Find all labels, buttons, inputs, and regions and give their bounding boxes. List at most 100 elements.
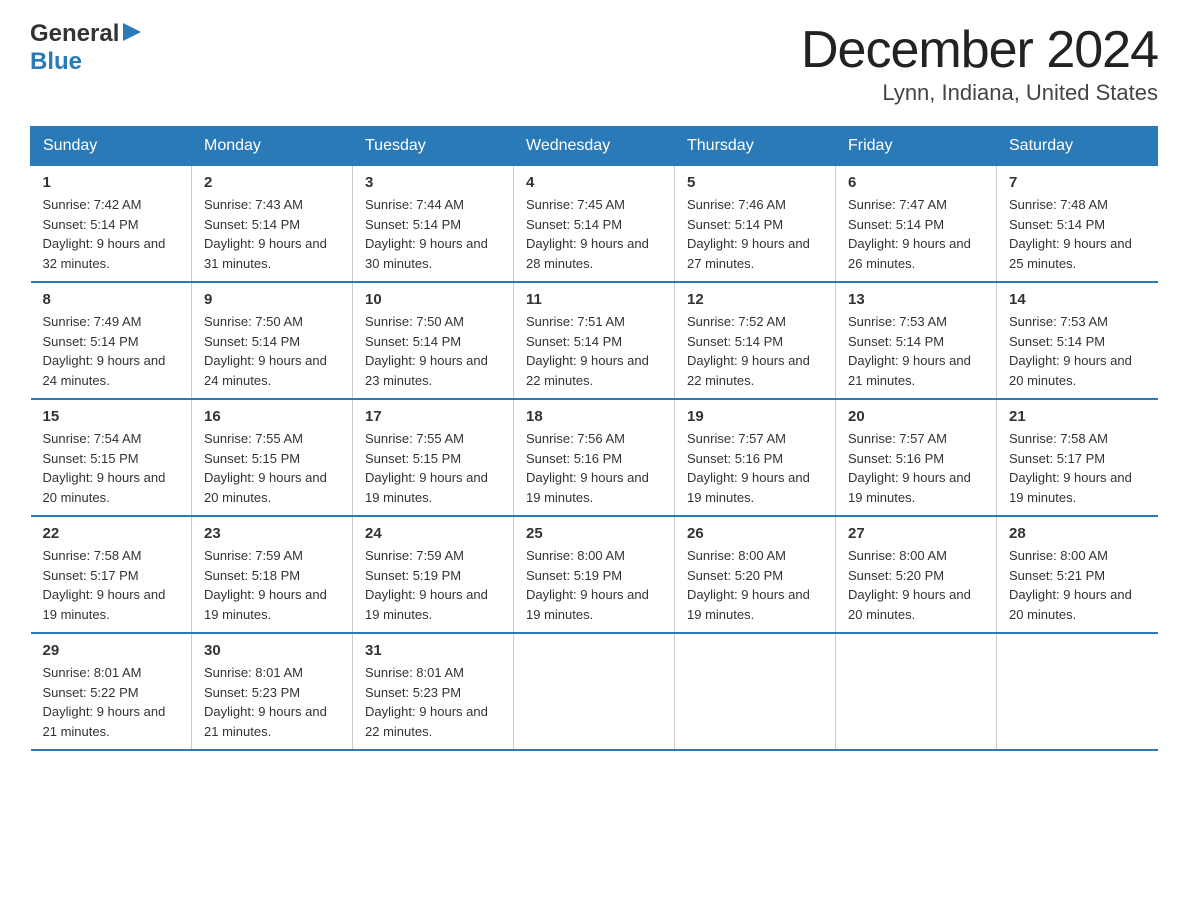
daylight-label: Daylight: 9 hours and 19 minutes. [687,587,810,622]
table-row: 17 Sunrise: 7:55 AM Sunset: 5:15 PM Dayl… [353,399,514,516]
sunrise-label: Sunrise: 7:55 AM [204,431,303,446]
sunrise-label: Sunrise: 7:50 AM [204,314,303,329]
sunset-label: Sunset: 5:22 PM [43,685,139,700]
table-row: 12 Sunrise: 7:52 AM Sunset: 5:14 PM Dayl… [675,282,836,399]
daylight-label: Daylight: 9 hours and 23 minutes. [365,353,488,388]
header-tuesday: Tuesday [353,127,514,166]
sunset-label: Sunset: 5:14 PM [365,334,461,349]
sunset-label: Sunset: 5:14 PM [204,217,300,232]
daylight-label: Daylight: 9 hours and 22 minutes. [687,353,810,388]
sunset-label: Sunset: 5:14 PM [848,217,944,232]
day-info: Sunrise: 8:00 AM Sunset: 5:19 PM Dayligh… [526,546,662,624]
header-wednesday: Wednesday [514,127,675,166]
sunrise-label: Sunrise: 7:51 AM [526,314,625,329]
day-info: Sunrise: 7:54 AM Sunset: 5:15 PM Dayligh… [43,429,180,507]
table-row: 30 Sunrise: 8:01 AM Sunset: 5:23 PM Dayl… [192,633,353,750]
day-number: 13 [848,291,984,308]
sunrise-label: Sunrise: 7:54 AM [43,431,142,446]
logo-blue-text: Blue [30,48,82,76]
sunset-label: Sunset: 5:16 PM [848,451,944,466]
daylight-label: Daylight: 9 hours and 19 minutes. [365,470,488,505]
daylight-label: Daylight: 9 hours and 22 minutes. [365,704,488,739]
sunset-label: Sunset: 5:15 PM [204,451,300,466]
day-info: Sunrise: 7:55 AM Sunset: 5:15 PM Dayligh… [365,429,501,507]
sunset-label: Sunset: 5:23 PM [365,685,461,700]
sunset-label: Sunset: 5:14 PM [1009,217,1105,232]
day-info: Sunrise: 7:42 AM Sunset: 5:14 PM Dayligh… [43,195,180,273]
table-row: 23 Sunrise: 7:59 AM Sunset: 5:18 PM Dayl… [192,516,353,633]
daylight-label: Daylight: 9 hours and 32 minutes. [43,236,166,271]
daylight-label: Daylight: 9 hours and 20 minutes. [43,470,166,505]
daylight-label: Daylight: 9 hours and 19 minutes. [204,587,327,622]
day-number: 20 [848,408,984,425]
header-thursday: Thursday [675,127,836,166]
sunrise-label: Sunrise: 7:50 AM [365,314,464,329]
day-number: 26 [687,525,823,542]
sunrise-label: Sunrise: 7:43 AM [204,197,303,212]
sunset-label: Sunset: 5:14 PM [204,334,300,349]
daylight-label: Daylight: 9 hours and 21 minutes. [43,704,166,739]
day-info: Sunrise: 7:56 AM Sunset: 5:16 PM Dayligh… [526,429,662,507]
page-header: General Blue December 2024 Lynn, Indiana… [30,20,1158,106]
sunrise-label: Sunrise: 7:42 AM [43,197,142,212]
calendar-week-row: 8 Sunrise: 7:49 AM Sunset: 5:14 PM Dayli… [31,282,1158,399]
day-info: Sunrise: 8:00 AM Sunset: 5:20 PM Dayligh… [687,546,823,624]
sunrise-label: Sunrise: 8:01 AM [43,665,142,680]
day-number: 19 [687,408,823,425]
logo-general-text: General [30,20,119,48]
sunset-label: Sunset: 5:14 PM [848,334,944,349]
sunrise-label: Sunrise: 7:52 AM [687,314,786,329]
sunset-label: Sunset: 5:21 PM [1009,568,1105,583]
sunrise-label: Sunrise: 7:58 AM [1009,431,1108,446]
day-info: Sunrise: 7:53 AM Sunset: 5:14 PM Dayligh… [848,312,984,390]
day-number: 4 [526,174,662,191]
table-row: 13 Sunrise: 7:53 AM Sunset: 5:14 PM Dayl… [836,282,997,399]
day-number: 9 [204,291,340,308]
day-info: Sunrise: 7:58 AM Sunset: 5:17 PM Dayligh… [43,546,180,624]
table-row: 29 Sunrise: 8:01 AM Sunset: 5:22 PM Dayl… [31,633,192,750]
table-row: 27 Sunrise: 8:00 AM Sunset: 5:20 PM Dayl… [836,516,997,633]
sunrise-label: Sunrise: 8:00 AM [1009,548,1108,563]
table-row [514,633,675,750]
sunrise-label: Sunrise: 7:53 AM [1009,314,1108,329]
day-info: Sunrise: 8:01 AM Sunset: 5:22 PM Dayligh… [43,663,180,741]
daylight-label: Daylight: 9 hours and 28 minutes. [526,236,649,271]
daylight-label: Daylight: 9 hours and 20 minutes. [848,587,971,622]
daylight-label: Daylight: 9 hours and 19 minutes. [365,587,488,622]
sunrise-label: Sunrise: 7:57 AM [687,431,786,446]
sunrise-label: Sunrise: 7:49 AM [43,314,142,329]
sunset-label: Sunset: 5:16 PM [687,451,783,466]
sunrise-label: Sunrise: 7:59 AM [204,548,303,563]
sunrise-label: Sunrise: 8:00 AM [848,548,947,563]
table-row: 26 Sunrise: 8:00 AM Sunset: 5:20 PM Dayl… [675,516,836,633]
daylight-label: Daylight: 9 hours and 20 minutes. [204,470,327,505]
table-row [997,633,1158,750]
sunset-label: Sunset: 5:18 PM [204,568,300,583]
header-friday: Friday [836,127,997,166]
daylight-label: Daylight: 9 hours and 19 minutes. [43,587,166,622]
day-info: Sunrise: 7:55 AM Sunset: 5:15 PM Dayligh… [204,429,340,507]
table-row: 24 Sunrise: 7:59 AM Sunset: 5:19 PM Dayl… [353,516,514,633]
sunrise-label: Sunrise: 8:00 AM [687,548,786,563]
table-row: 15 Sunrise: 7:54 AM Sunset: 5:15 PM Dayl… [31,399,192,516]
day-number: 6 [848,174,984,191]
sunrise-label: Sunrise: 8:01 AM [365,665,464,680]
calendar-week-row: 15 Sunrise: 7:54 AM Sunset: 5:15 PM Dayl… [31,399,1158,516]
daylight-label: Daylight: 9 hours and 25 minutes. [1009,236,1132,271]
table-row: 14 Sunrise: 7:53 AM Sunset: 5:14 PM Dayl… [997,282,1158,399]
daylight-label: Daylight: 9 hours and 31 minutes. [204,236,327,271]
sunrise-label: Sunrise: 7:45 AM [526,197,625,212]
sunrise-label: Sunrise: 7:55 AM [365,431,464,446]
header-monday: Monday [192,127,353,166]
calendar-subtitle: Lynn, Indiana, United States [801,80,1158,106]
table-row: 6 Sunrise: 7:47 AM Sunset: 5:14 PM Dayli… [836,166,997,283]
sunset-label: Sunset: 5:19 PM [365,568,461,583]
sunset-label: Sunset: 5:15 PM [365,451,461,466]
calendar-table: Sunday Monday Tuesday Wednesday Thursday… [30,126,1158,751]
day-info: Sunrise: 8:00 AM Sunset: 5:20 PM Dayligh… [848,546,984,624]
day-number: 5 [687,174,823,191]
table-row: 4 Sunrise: 7:45 AM Sunset: 5:14 PM Dayli… [514,166,675,283]
logo: General Blue [30,20,143,76]
day-number: 23 [204,525,340,542]
calendar-week-row: 29 Sunrise: 8:01 AM Sunset: 5:22 PM Dayl… [31,633,1158,750]
